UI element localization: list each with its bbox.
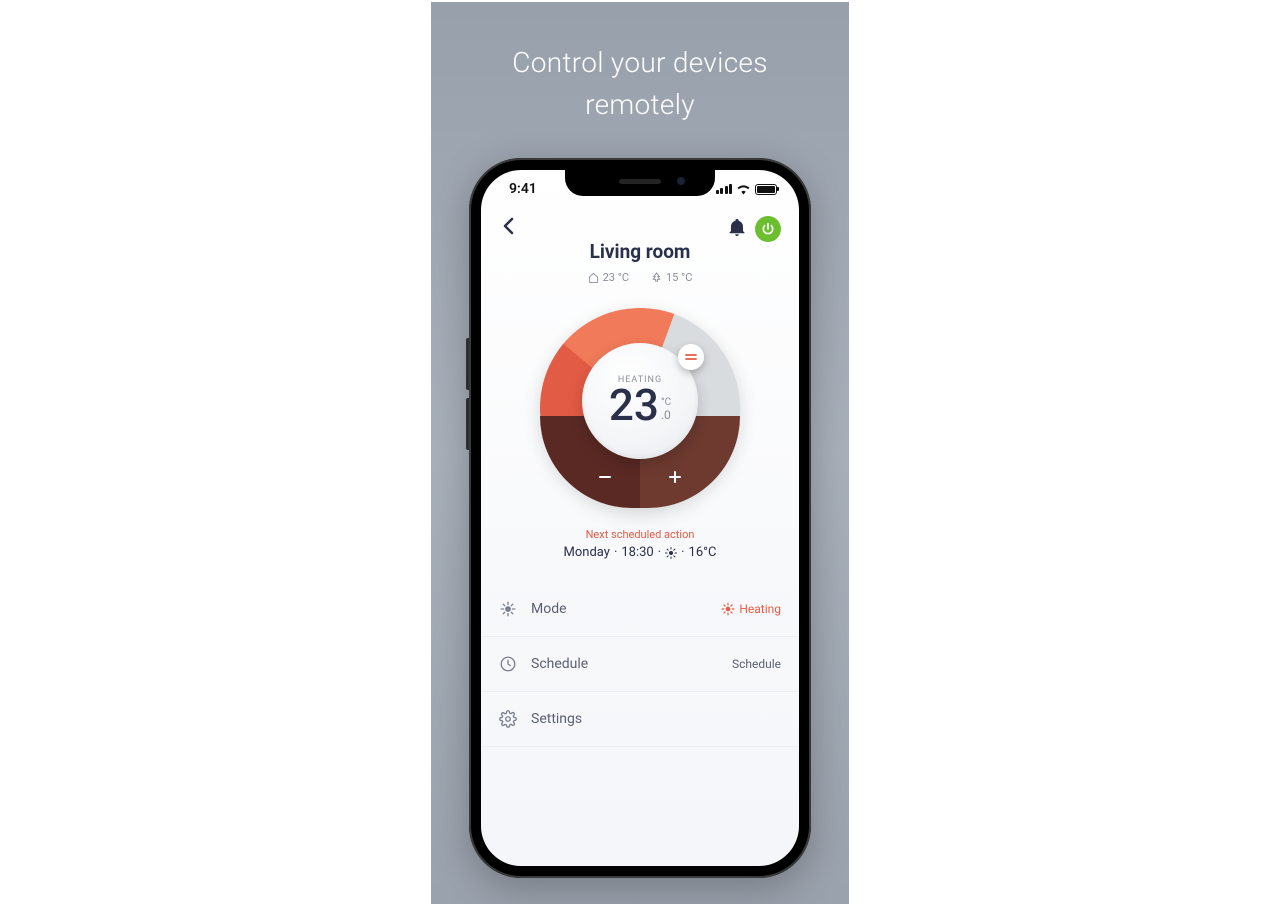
mode-icon (499, 600, 517, 618)
cellular-icon (716, 184, 733, 194)
status-icons (716, 184, 778, 195)
power-icon (761, 222, 775, 236)
mode-value: Heating (721, 602, 781, 616)
settings-label: Settings (531, 711, 582, 727)
clock-icon (499, 655, 517, 673)
tree-icon (651, 272, 662, 283)
top-nav (481, 212, 799, 245)
next-action-label: Next scheduled action (481, 528, 799, 541)
menu-row-schedule[interactable]: Schedule Schedule (481, 637, 799, 692)
wifi-icon (736, 184, 751, 195)
promo-title-line2: remotely (585, 88, 695, 121)
temp-unit: °C (661, 397, 671, 408)
battery-icon (755, 184, 777, 195)
gear-icon (499, 710, 517, 728)
minus-icon (598, 470, 612, 484)
temp-decimal: .0 (661, 408, 671, 422)
promo-title: Control your devices remotely (431, 42, 849, 126)
phone-notch (565, 170, 715, 196)
room-header: Living room 23 °C 15 °C (481, 240, 799, 284)
dial-temperature: 23 °C .0 (609, 383, 671, 427)
promo-title-line1: Control your devices (512, 46, 767, 79)
sun-icon (665, 547, 677, 559)
bell-icon (729, 218, 745, 236)
temperature-dial[interactable]: HEATING 23 °C .0 (540, 308, 740, 508)
phone-frame: 9:41 (469, 158, 811, 878)
menu-list: Mode Heating Schedule Schedule (481, 582, 799, 747)
menu-row-mode[interactable]: Mode Heating (481, 582, 799, 637)
schedule-value: Schedule (732, 657, 781, 671)
decrease-temp-button[interactable] (590, 462, 620, 492)
plus-icon (668, 470, 682, 484)
phone-screen: 9:41 (481, 170, 799, 866)
mode-label: Mode (531, 601, 567, 617)
increase-temp-button[interactable] (660, 462, 690, 492)
schedule-label: Schedule (531, 656, 588, 672)
back-button[interactable] (499, 212, 518, 245)
next-scheduled-action: Next scheduled action Monday · 18:30 · ·… (481, 528, 799, 560)
heating-icon (721, 602, 735, 616)
temp-integer: 23 (609, 383, 659, 427)
indoor-temp: 23 °C (588, 271, 629, 284)
outdoor-temp: 15 °C (651, 271, 692, 284)
status-time: 9:41 (509, 181, 537, 197)
promo-panel: Control your devices remotely 9:41 (431, 2, 849, 904)
handle-icon (685, 353, 697, 361)
chevron-left-icon (503, 217, 514, 235)
menu-row-settings[interactable]: Settings (481, 692, 799, 747)
home-icon (588, 272, 599, 283)
power-button[interactable] (755, 216, 781, 242)
next-action-detail: Monday · 18:30 · · 16°C (564, 545, 717, 560)
notifications-button[interactable] (729, 218, 745, 240)
room-temps: 23 °C 15 °C (481, 271, 799, 284)
dial-handle[interactable] (678, 344, 704, 370)
